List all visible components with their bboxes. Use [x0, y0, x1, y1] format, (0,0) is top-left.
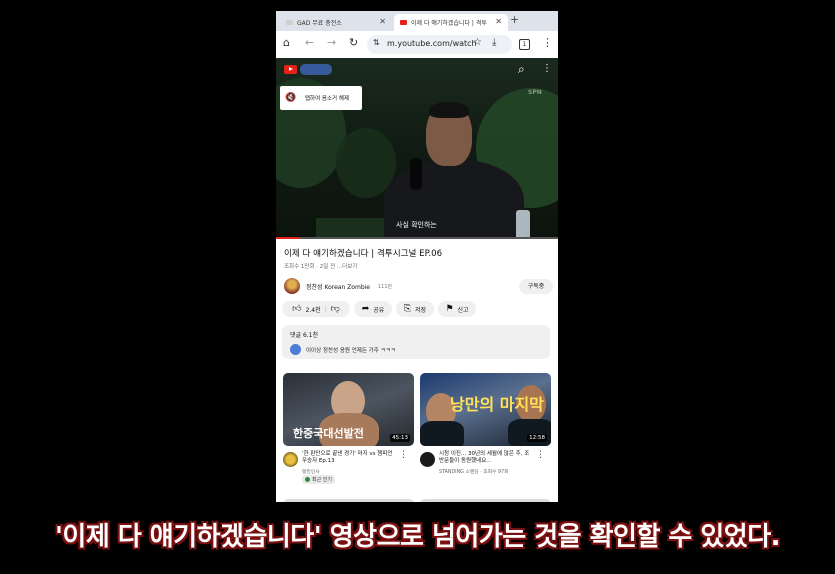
download-icon[interactable]: ⤓ — [492, 37, 496, 48]
flag-icon: ⚑ — [445, 304, 454, 314]
bookmark-star-icon[interactable]: ☆ — [473, 37, 482, 48]
video-subtitle-overlay: '이제 다 얘기하겠습니다' 영상으로 넘어가는 것을 확인할 수 있었다. — [54, 522, 781, 552]
more-options-icon[interactable]: ⋮ — [536, 450, 545, 460]
video-player[interactable]: ⌕ ⋮ 🔇 탭하여 음소거 해제 SPN 사실 확인하는 — [276, 58, 558, 239]
url-text[interactable]: m.youtube.com/watch — [387, 39, 477, 48]
video-duration: 12:58 — [527, 434, 547, 442]
video-thumbnail[interactable]: 한중국대선발전 45:13 — [283, 373, 414, 446]
channel-avatar[interactable] — [420, 452, 435, 467]
trending-badge: 최근 인기 — [302, 475, 335, 484]
subscriber-count: 111만 — [378, 284, 393, 290]
thumbs-down-icon[interactable]: 👎︎ — [331, 304, 340, 314]
close-tab-icon[interactable]: ✕ — [379, 17, 386, 26]
thumbnail-text: 한중국대선발전 — [293, 427, 364, 440]
recommended-video-card[interactable]: 낭만의 마지막 12:58 시청 이진... 30년의 세월에 많은 주, 조반… — [420, 373, 551, 486]
channel-logo — [300, 64, 332, 75]
reload-icon[interactable]: ↻ — [349, 36, 358, 49]
action-bar: 👍︎ 2.4천 | 👎︎ ➦ 공유 ⎘ 저장 ⚑ 신고 — [282, 301, 554, 319]
report-button[interactable]: ⚑ 신고 — [438, 301, 476, 317]
tab-count-icon[interactable]: 1 — [519, 39, 530, 50]
site-settings-icon[interactable]: ⇅ — [373, 38, 380, 47]
video-thumbnail[interactable]: 낭만의 마지막 12:58 — [420, 373, 551, 446]
share-label: 공유 — [373, 306, 385, 314]
new-tab-icon[interactable]: + — [510, 13, 519, 26]
forward-icon[interactable]: → — [327, 36, 336, 49]
thumbs-up-icon[interactable]: 👍︎ — [292, 304, 301, 314]
address-bar-row: ⌂ ← → ↻ ⇅ m.youtube.com/watch ☆ ⤓ 1 ⋮ — [276, 31, 558, 58]
tab-label: 이제 다 얘기하겠습니다 | 격투 — [411, 20, 487, 27]
browser-tab-2-active[interactable]: 이제 다 얘기하겠습니다 | 격투 ✕ — [394, 14, 508, 31]
microphone — [410, 158, 422, 190]
bookmark-icon: ⎘ — [403, 304, 412, 314]
browser-tab-1[interactable]: GAD 무료 충전소 ✕ — [280, 14, 392, 31]
browser-menu-icon[interactable]: ⋮ — [542, 36, 553, 49]
unmute-label: 탭하여 음소거 해제 — [305, 96, 349, 102]
save-button[interactable]: ⎘ 저장 — [396, 301, 434, 317]
recommended-video-card[interactable]: 한중국대선발전 45:13 '한 판만으로 끝낸 경기' 마지 vs 챔피언 우… — [283, 373, 414, 486]
recommended-channel[interactable]: 랭킹인사 — [302, 468, 320, 475]
like-count[interactable]: 2.4천 — [306, 305, 321, 314]
browser-tab-strip: GAD 무료 충전소 ✕ 이제 다 얘기하겠습니다 | 격투 ✕ + — [276, 11, 558, 31]
channel-name[interactable]: 정찬성 Korean Zombie — [306, 282, 370, 291]
next-card-peek — [420, 499, 551, 502]
channel-avatar[interactable] — [284, 278, 300, 294]
comments-section[interactable]: 댓글 6.1천 이이상 정찬성 응원 언제든 가주 ㅋㅋㅋ — [282, 325, 550, 359]
video-stats[interactable]: 조회수 1만회 · 2일 전 ...더보기 — [284, 262, 357, 270]
close-tab-icon[interactable]: ✕ — [495, 17, 502, 26]
share-icon: ➦ — [361, 304, 370, 314]
subscribe-button[interactable]: 구독중 — [519, 279, 553, 294]
brand-watermark: SPN — [528, 89, 542, 96]
video-caption: 사실 확인하는 — [396, 221, 437, 229]
recommended-title[interactable]: '한 판만으로 끝낸 경기' 마지 vs 챔피언 우승자 Ep.13 — [302, 451, 397, 465]
video-progress-bar[interactable] — [276, 237, 558, 239]
like-dislike-group: 👍︎ 2.4천 | 👎︎ — [282, 301, 350, 317]
youtube-logo-icon[interactable] — [284, 65, 297, 74]
report-label: 신고 — [457, 306, 469, 314]
channel-row: 정찬성 Korean Zombie 111만 구독중 — [282, 277, 554, 297]
muted-speaker-icon: 🔇 — [285, 93, 297, 103]
search-icon[interactable]: ⌕ — [518, 62, 525, 77]
home-icon[interactable]: ⌂ — [283, 36, 290, 49]
video-duration: 45:13 — [390, 434, 410, 442]
phone-screen: GAD 무료 충전소 ✕ 이제 다 얘기하겠습니다 | 격투 ✕ + ⌂ ← →… — [276, 11, 558, 502]
top-comment-text: 이이상 정찬성 응원 언제든 가주 ㅋㅋㅋ — [306, 348, 396, 354]
recommended-channel[interactable]: STANDING 스탠딩 · 조회수 97회 — [439, 468, 509, 475]
recommended-title[interactable]: 시청 이진... 30년의 세월에 많은 주, 조반문들이 동원했네요... — [439, 451, 534, 465]
comment-count: 댓글 6.1천 — [290, 332, 319, 339]
more-options-icon[interactable]: ⋮ — [399, 450, 408, 460]
commenter-avatar — [290, 344, 301, 355]
tab-favicon — [286, 20, 293, 25]
video-menu-icon[interactable]: ⋮ — [542, 63, 552, 74]
back-icon[interactable]: ← — [305, 36, 314, 49]
video-title[interactable]: 이제 다 얘기하겠습니다 | 격투시그널 EP.06 — [284, 247, 442, 259]
tab-label: GAD 무료 충전소 — [297, 20, 342, 27]
save-label: 저장 — [415, 306, 427, 314]
next-card-peek — [283, 499, 414, 502]
channel-avatar[interactable] — [283, 452, 298, 467]
share-button[interactable]: ➦ 공유 — [354, 301, 392, 317]
youtube-favicon-icon — [400, 20, 407, 25]
water-bottle — [516, 210, 530, 239]
unmute-button[interactable]: 🔇 탭하여 음소거 해제 — [280, 86, 362, 110]
thumbnail-text: 낭만의 마지막 — [450, 395, 544, 414]
omnibox[interactable]: ⇅ m.youtube.com/watch ☆ ⤓ — [367, 35, 512, 54]
